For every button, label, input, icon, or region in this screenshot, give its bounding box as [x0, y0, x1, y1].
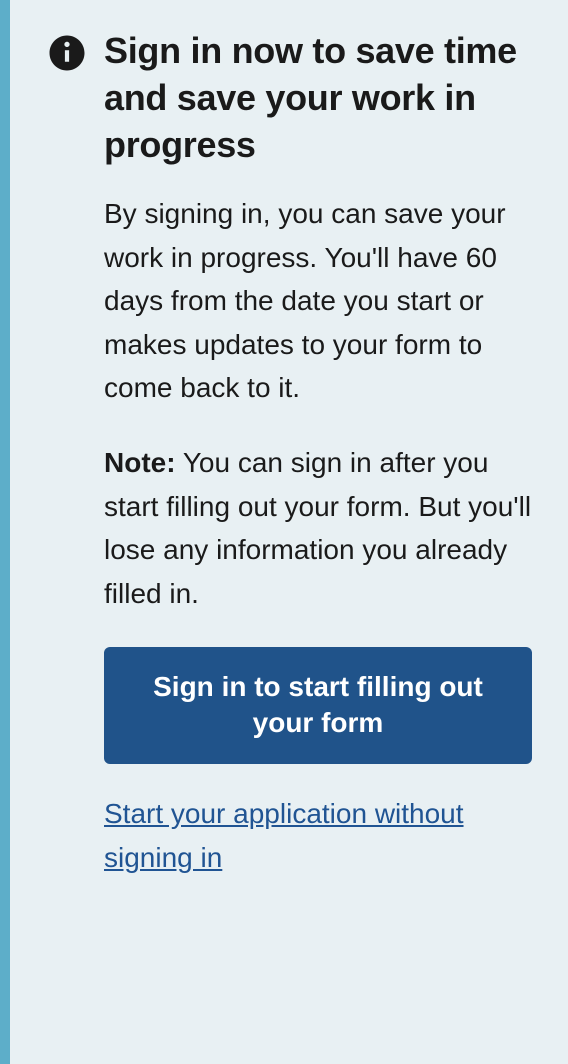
note-label: Note:	[104, 447, 176, 478]
sign-in-button[interactable]: Sign in to start filling out your form	[104, 647, 532, 764]
alert-note: Note: You can sign in after you start fi…	[104, 441, 532, 615]
info-icon	[46, 32, 88, 79]
alert-body-paragraph: By signing in, you can save your work in…	[104, 192, 532, 409]
alert-header: Sign in now to save time and save your w…	[46, 28, 532, 168]
start-without-signin-link[interactable]: Start your application without signing i…	[104, 798, 464, 874]
alert-title: Sign in now to save time and save your w…	[104, 28, 532, 168]
sign-in-alert: Sign in now to save time and save your w…	[0, 0, 568, 1064]
alert-body: By signing in, you can save your work in…	[46, 192, 532, 881]
